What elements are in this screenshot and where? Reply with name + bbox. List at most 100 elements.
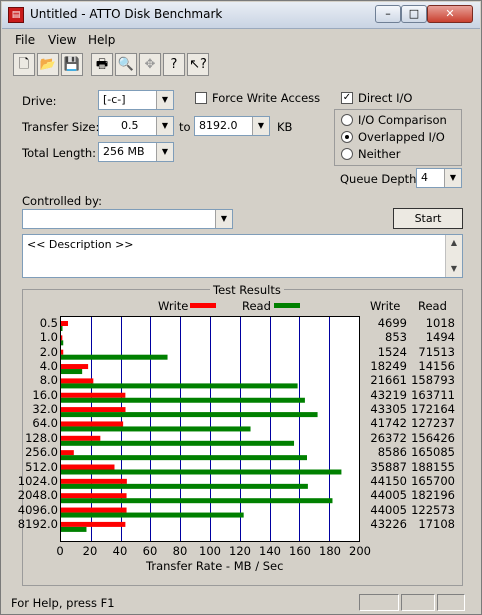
write-bar xyxy=(61,478,127,484)
read-value: 172164 xyxy=(411,402,455,417)
total-length-value: 256 MB xyxy=(103,145,145,158)
write-value: 4699 xyxy=(377,316,407,330)
overlapped-io-radio[interactable] xyxy=(341,131,353,143)
read-value: 182196 xyxy=(411,488,455,503)
read-bar xyxy=(61,512,244,518)
controlled-by-label: Controlled by: xyxy=(22,194,102,208)
transfer-from-select[interactable]: 0.5 ▼ xyxy=(98,116,174,136)
test-results-title: Test Results xyxy=(210,283,284,297)
x-tick-label: 40 xyxy=(112,544,128,558)
write-value: 26372 xyxy=(370,430,407,445)
scroll-down-icon[interactable]: ▼ xyxy=(446,261,462,277)
write-bar xyxy=(61,521,126,527)
x-tick-label: 200 xyxy=(349,544,371,558)
open-icon[interactable]: 📂 xyxy=(37,53,59,76)
read-bar xyxy=(61,397,305,403)
read-bar xyxy=(61,469,342,475)
transfer-to-value: 8192.0 xyxy=(199,119,238,132)
read-value: 17108 xyxy=(418,516,455,531)
read-value: 163711 xyxy=(411,387,455,402)
io-comparison-radio[interactable] xyxy=(341,114,353,126)
close-button[interactable]: ✕ xyxy=(427,5,473,23)
write-bar xyxy=(61,407,126,413)
read-bar xyxy=(61,498,333,504)
app-window: ▤ Untitled - ATTO Disk Benchmark – □ ✕ F… xyxy=(0,0,482,615)
status-cell xyxy=(437,594,465,611)
read-value: 1494 xyxy=(425,330,455,345)
read-bar xyxy=(61,369,83,375)
start-button[interactable]: Start xyxy=(393,208,463,229)
x-tick-label: 80 xyxy=(172,544,188,558)
total-length-label: Total Length: xyxy=(22,146,97,160)
new-icon[interactable]: 🗋 xyxy=(13,53,35,76)
block-size-label: 1024.0 xyxy=(17,473,58,488)
block-size-label: 4.0 xyxy=(39,359,58,374)
block-size-label: 1.0 xyxy=(39,330,58,345)
x-tick-label: 120 xyxy=(229,544,251,558)
x-tick-label: 20 xyxy=(82,544,98,558)
total-length-select[interactable]: 256 MB ▼ xyxy=(98,142,174,162)
write-bar xyxy=(61,378,94,384)
queue-depth-value: 4 xyxy=(421,171,428,184)
read-bar xyxy=(61,483,308,489)
status-bar: For Help, press F1 xyxy=(2,592,480,614)
block-size-label: 2048.0 xyxy=(17,488,58,503)
write-bar xyxy=(61,435,101,441)
transfer-to-select[interactable]: 8192.0 ▼ xyxy=(194,116,270,136)
direct-io-checkbox[interactable]: ✓ xyxy=(341,92,353,104)
read-bar xyxy=(61,426,251,432)
write-legend-label: Write xyxy=(158,299,189,313)
description-text: << Description >> xyxy=(27,238,134,251)
drive-select[interactable]: [-c-] ▼ xyxy=(98,90,174,110)
description-field[interactable]: << Description >> ▲ ▼ xyxy=(22,234,463,278)
x-axis-label: Transfer Rate - MB / Sec xyxy=(146,559,284,573)
read-bar xyxy=(61,412,318,418)
context-help-icon[interactable]: ↖? xyxy=(187,53,209,76)
read-value: 156426 xyxy=(411,430,455,445)
x-tick-label: 140 xyxy=(259,544,281,558)
atto-icon[interactable]: ▤ xyxy=(8,7,24,23)
force-write-checkbox[interactable] xyxy=(195,92,207,104)
write-bar xyxy=(61,349,64,355)
block-size-label: 16.0 xyxy=(32,387,58,402)
title-bar[interactable]: ▤ Untitled - ATTO Disk Benchmark – □ ✕ xyxy=(2,2,480,29)
read-legend-swatch xyxy=(274,303,300,308)
description-scrollbar[interactable]: ▲ ▼ xyxy=(445,235,462,277)
x-tick-label: 0 xyxy=(56,544,64,558)
minimize-button[interactable]: – xyxy=(375,5,401,23)
neither-radio[interactable] xyxy=(341,148,353,160)
scroll-up-icon[interactable]: ▲ xyxy=(446,235,462,251)
save-icon[interactable]: 💾 xyxy=(61,53,83,76)
write-bar xyxy=(61,321,69,326)
status-text: For Help, press F1 xyxy=(11,596,115,610)
chevron-down-icon[interactable]: ▼ xyxy=(252,117,269,135)
block-size-label: 256.0 xyxy=(25,445,58,460)
block-size-label: 512.0 xyxy=(25,459,58,474)
help-icon[interactable]: ? xyxy=(163,53,185,76)
chevron-down-icon[interactable]: ▼ xyxy=(444,169,461,187)
queue-depth-select[interactable]: 4 ▼ xyxy=(416,168,462,188)
io-comparison-label: I/O Comparison xyxy=(358,113,447,127)
read-value: 158793 xyxy=(411,373,455,388)
read-value: 165085 xyxy=(411,445,455,460)
print-icon[interactable]: 🖶 xyxy=(91,53,113,76)
chevron-down-icon[interactable]: ▼ xyxy=(215,210,232,228)
x-tick-label: 180 xyxy=(319,544,341,558)
chevron-down-icon[interactable]: ▼ xyxy=(156,91,173,109)
maximize-button[interactable]: □ xyxy=(401,5,427,23)
block-size-label: 8192.0 xyxy=(17,516,58,531)
menu-help[interactable]: Help xyxy=(88,33,115,47)
write-value: 44150 xyxy=(370,473,407,488)
write-value: 8586 xyxy=(377,445,407,460)
move-icon[interactable]: ✥ xyxy=(139,53,161,76)
print-preview-icon[interactable]: 🔍 xyxy=(115,53,137,76)
menu-view[interactable]: View xyxy=(48,33,76,47)
queue-depth-label: Queue Depth: xyxy=(340,172,421,186)
chevron-down-icon[interactable]: ▼ xyxy=(156,117,173,135)
controlled-by-select[interactable]: ▼ xyxy=(22,209,233,229)
x-tick-label: 60 xyxy=(142,544,158,558)
status-cell xyxy=(401,594,435,611)
menu-file[interactable]: File xyxy=(15,33,35,47)
write-bar xyxy=(61,364,89,370)
chevron-down-icon[interactable]: ▼ xyxy=(156,143,173,161)
